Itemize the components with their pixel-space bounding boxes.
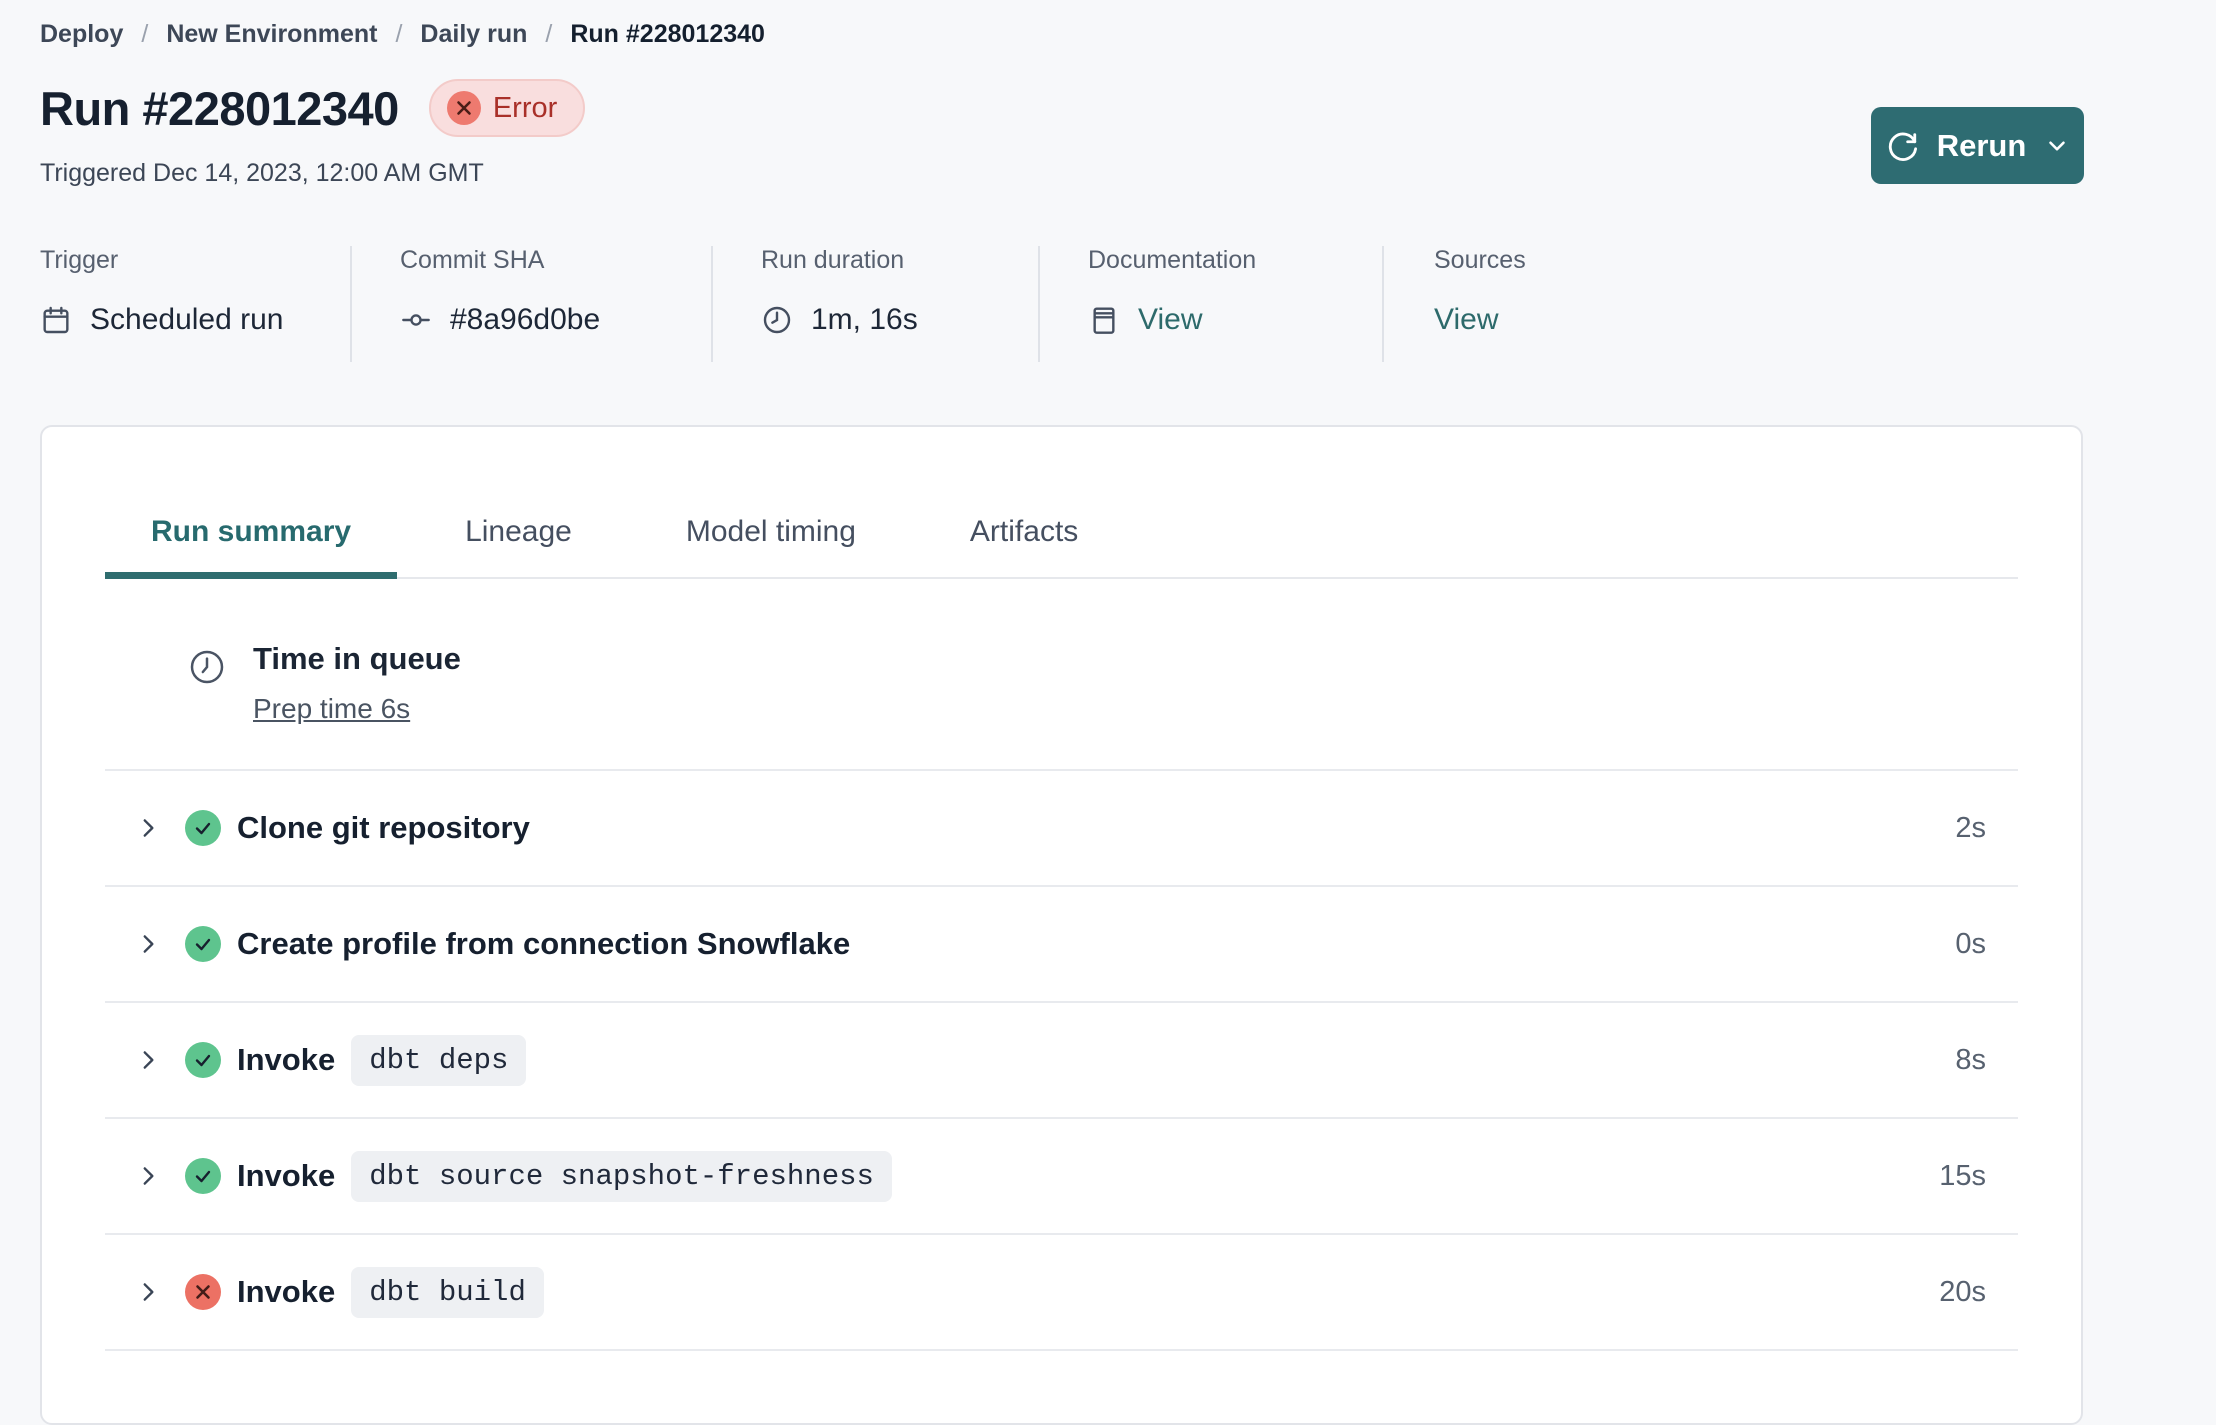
calendar-icon bbox=[40, 304, 72, 336]
step-duration: 20s bbox=[1939, 1275, 1986, 1308]
rerun-button[interactable]: Rerun bbox=[1871, 107, 2084, 184]
breadcrumb-current-run: Run #228012340 bbox=[570, 20, 765, 48]
command-code-badge: dbt build bbox=[351, 1266, 544, 1318]
meta-commit-sha: Commit SHA #8a96d0be bbox=[352, 246, 713, 362]
command-code-badge: dbt source snapshot-freshness bbox=[351, 1150, 892, 1202]
step-duration: 15s bbox=[1939, 1159, 1986, 1192]
tab-bar: Run summary Lineage Model timing Artifac… bbox=[105, 515, 2018, 579]
documentation-view-link[interactable]: View bbox=[1138, 303, 1202, 337]
success-check-icon bbox=[185, 810, 221, 846]
step-label: Invoke bbox=[237, 1158, 336, 1193]
chevron-right-icon[interactable] bbox=[135, 931, 161, 957]
step-label: Create profile from connection Snowflake bbox=[237, 926, 851, 961]
run-meta-row: Trigger Scheduled run Commit SHA #8a96d0… bbox=[40, 246, 2216, 362]
chevron-right-icon[interactable] bbox=[135, 1279, 161, 1305]
meta-documentation-label: Documentation bbox=[1088, 246, 1257, 274]
tab-model-timing[interactable]: Model timing bbox=[640, 515, 902, 577]
breadcrumb-deploy[interactable]: Deploy bbox=[40, 20, 123, 49]
meta-sources: Sources View bbox=[1384, 246, 1526, 362]
status-badge: Error bbox=[428, 79, 586, 137]
tab-artifacts[interactable]: Artifacts bbox=[924, 515, 1124, 577]
breadcrumb-separator: / bbox=[395, 20, 403, 48]
meta-run-duration: Run duration 1m, 16s bbox=[713, 246, 1040, 362]
breadcrumb-separator: / bbox=[141, 20, 149, 48]
queue-title: Time in queue bbox=[253, 641, 461, 676]
tab-lineage[interactable]: Lineage bbox=[419, 515, 618, 577]
meta-documentation: Documentation View bbox=[1040, 246, 1384, 362]
step-label: Clone git repository bbox=[237, 810, 530, 845]
success-check-icon bbox=[185, 1158, 221, 1194]
breadcrumb: Deploy / New Environment / Daily run / R… bbox=[0, 0, 2216, 49]
chevron-right-icon[interactable] bbox=[135, 1047, 161, 1073]
run-summary-card: Run summary Lineage Model timing Artifac… bbox=[40, 425, 2083, 1425]
run-detail-page: Deploy / New Environment / Daily run / R… bbox=[0, 0, 2216, 1425]
git-commit-icon bbox=[400, 304, 432, 336]
tab-run-summary[interactable]: Run summary bbox=[105, 515, 398, 579]
step-row-source-freshness[interactable]: Invoke dbt source snapshot-freshness 15s bbox=[105, 1119, 2018, 1235]
breadcrumb-separator: / bbox=[545, 20, 553, 48]
status-badge-label: Error bbox=[492, 91, 558, 124]
chevron-right-icon[interactable] bbox=[135, 815, 161, 841]
command-code-badge: dbt deps bbox=[351, 1034, 527, 1086]
meta-duration-label: Run duration bbox=[761, 246, 905, 274]
step-duration: 8s bbox=[1955, 1043, 1986, 1076]
success-check-icon bbox=[185, 926, 221, 962]
clock-icon bbox=[761, 304, 793, 336]
meta-duration-value: 1m, 16s bbox=[811, 303, 918, 336]
book-icon bbox=[1088, 304, 1120, 336]
rerun-button-label: Rerun bbox=[1936, 127, 2027, 163]
step-duration: 2s bbox=[1955, 811, 1986, 844]
step-row-dbt-deps[interactable]: Invoke dbt deps 8s bbox=[105, 1003, 2018, 1119]
step-label: Invoke bbox=[237, 1042, 336, 1077]
step-row-create-profile[interactable]: Create profile from connection Snowflake… bbox=[105, 887, 2018, 1003]
time-in-queue-section: Time in queue Prep time 6s bbox=[105, 579, 2018, 771]
meta-trigger-label: Trigger bbox=[40, 246, 119, 274]
page-title: Run #228012340 bbox=[40, 81, 399, 135]
meta-commit-label: Commit SHA bbox=[400, 246, 545, 274]
error-x-icon bbox=[185, 1274, 221, 1310]
chevron-right-icon[interactable] bbox=[135, 1163, 161, 1189]
breadcrumb-job[interactable]: Daily run bbox=[420, 20, 527, 49]
error-x-icon bbox=[446, 91, 481, 125]
meta-trigger: Trigger Scheduled run bbox=[40, 246, 352, 362]
success-check-icon bbox=[185, 1042, 221, 1078]
step-row-clone-git[interactable]: Clone git repository 2s bbox=[105, 771, 2018, 887]
chevron-down-icon bbox=[2044, 133, 2070, 159]
meta-sources-label: Sources bbox=[1434, 246, 1526, 274]
step-row-dbt-build[interactable]: Invoke dbt build 20s bbox=[105, 1235, 2018, 1351]
step-duration: 0s bbox=[1955, 927, 1986, 960]
sources-view-link[interactable]: View bbox=[1434, 303, 1498, 337]
prep-time-link[interactable]: Prep time 6s bbox=[253, 693, 410, 725]
meta-commit-value: #8a96d0be bbox=[450, 303, 601, 336]
clock-icon bbox=[187, 647, 227, 687]
breadcrumb-environment[interactable]: New Environment bbox=[166, 20, 377, 49]
step-label: Invoke bbox=[237, 1274, 336, 1309]
meta-trigger-value: Scheduled run bbox=[90, 303, 284, 336]
rerun-icon bbox=[1885, 129, 1919, 163]
